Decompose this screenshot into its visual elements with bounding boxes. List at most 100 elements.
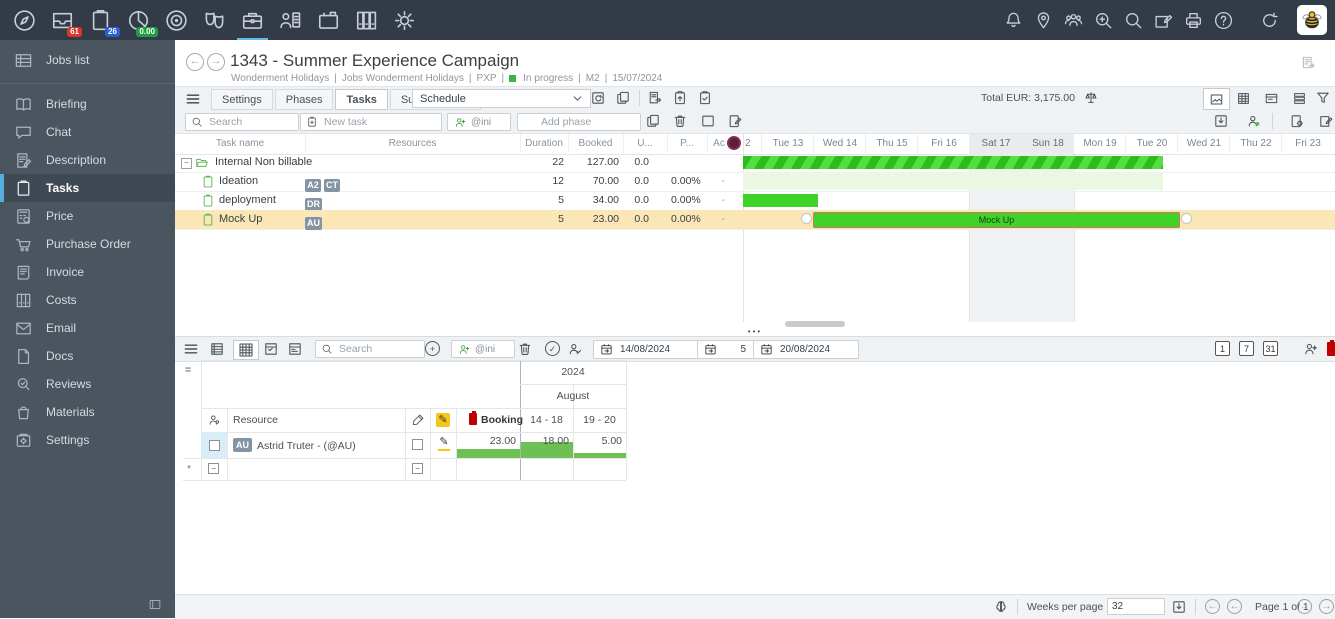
jobs-group[interactable]: Jobs Wonderment Holidays	[342, 73, 464, 84]
scales-icon[interactable]	[1083, 90, 1099, 106]
zoom-in-icon[interactable]	[1093, 10, 1114, 31]
person-plus-icon[interactable]	[1303, 341, 1319, 357]
resource-checkbox[interactable]	[208, 439, 220, 451]
sidebar-item-invoice[interactable]: Invoice	[0, 258, 175, 286]
booking-ini-button[interactable]: @ini	[451, 340, 515, 358]
schedule-dropdown[interactable]: Schedule	[412, 89, 591, 108]
people-icon[interactable]	[1063, 10, 1084, 31]
gantt-bar-phase[interactable]	[743, 156, 1163, 169]
task-row-deployment[interactable]: deployment DR 5 34.00 0.0 0.00% -	[175, 191, 1335, 211]
briefcase-icon[interactable]	[237, 8, 268, 42]
col-u[interactable]: U...	[623, 134, 668, 153]
col-booked[interactable]: Booked	[568, 134, 624, 153]
note-edit-icon[interactable]	[1153, 10, 1174, 31]
add-phase-input[interactable]	[539, 115, 635, 129]
sidebar-item-description[interactable]: Description	[0, 146, 175, 174]
brain-icon[interactable]	[993, 599, 1009, 615]
person-clipboard-icon[interactable]	[278, 8, 303, 33]
menu-icon[interactable]	[183, 341, 199, 357]
view-table-icon[interactable]	[233, 340, 259, 360]
trash-icon[interactable]	[517, 341, 533, 357]
new-task-input[interactable]	[322, 115, 436, 129]
resource-badge[interactable]: AU	[305, 217, 322, 230]
new-row-minus-box[interactable]: −	[412, 463, 423, 474]
masks-icon[interactable]	[202, 8, 227, 33]
resource-column-header[interactable]: Resource	[233, 414, 278, 426]
sidebar-item-email[interactable]: Email	[0, 314, 175, 342]
clipboard-edit-icon[interactable]	[727, 113, 743, 129]
gear-icon[interactable]	[392, 8, 417, 33]
user-avatar[interactable]	[1297, 5, 1327, 35]
row-checkbox[interactable]	[412, 439, 423, 450]
sidebar-item-jobs-list[interactable]: Jobs list	[0, 44, 175, 76]
download-icon[interactable]	[1171, 599, 1187, 615]
bell-icon[interactable]	[1003, 10, 1024, 31]
booking-column-header[interactable]: Booking	[481, 414, 523, 426]
gantt-bar-deployment[interactable]	[743, 194, 818, 207]
sidebar-item-reviews[interactable]: Reviews	[0, 370, 175, 398]
bar-resize-handle-right[interactable]	[1181, 213, 1192, 224]
clipboard-gear-icon[interactable]	[1289, 113, 1305, 129]
help-icon[interactable]	[1213, 10, 1234, 31]
gantt-span-ideation[interactable]	[743, 172, 1163, 190]
empty-box-icon[interactable]	[700, 113, 716, 129]
view-summary-icon[interactable]	[287, 341, 303, 357]
sync-icon[interactable]	[1259, 10, 1280, 31]
add-booking-icon[interactable]: +	[425, 341, 440, 356]
back-button[interactable]: ←	[186, 53, 204, 71]
weeks-per-page-input[interactable]	[1107, 598, 1165, 615]
person-status-icon[interactable]	[1246, 113, 1262, 129]
task-row-phase[interactable]: − Internal Non billable 22 127.00 0.0	[175, 153, 1335, 173]
forward-button[interactable]: →	[207, 53, 225, 71]
end-date-input[interactable]	[778, 343, 852, 356]
view-gantt-button[interactable]	[1203, 88, 1230, 110]
collapse-sidebar-icon[interactable]	[147, 598, 163, 611]
task-search-input[interactable]	[207, 115, 293, 129]
range1-column-header[interactable]: 14 - 18	[520, 414, 573, 426]
last-page-button[interactable]: →	[1319, 599, 1334, 614]
stylus-pen-icon[interactable]	[411, 413, 425, 427]
sidebar-item-materials[interactable]: Materials	[0, 398, 175, 426]
view-planner-icon[interactable]	[263, 341, 279, 357]
search-icon[interactable]	[1123, 10, 1144, 31]
booking-search-input[interactable]	[337, 342, 419, 356]
copy-icon[interactable]	[645, 113, 661, 129]
panel-splitter[interactable]: •••	[175, 328, 1335, 336]
booking-days-field[interactable]	[697, 340, 755, 359]
task-row-ideation[interactable]: Ideation A2 CT 12 70.00 0.0 0.00% -	[175, 172, 1335, 192]
note-pencil-icon[interactable]	[1318, 113, 1334, 129]
archive-icon[interactable]	[354, 8, 379, 33]
assign-ini-button[interactable]: @ini	[447, 113, 511, 131]
days-input[interactable]	[722, 343, 748, 356]
sidebar-item-settings[interactable]: Settings	[0, 426, 175, 454]
week-view-button[interactable]: 7	[1239, 341, 1254, 356]
range2-column-header[interactable]: 19 - 20	[573, 414, 626, 426]
prev-page-button[interactable]: ←	[1227, 599, 1242, 614]
drag-handle-icon[interactable]: =	[185, 364, 191, 376]
confirm-booking-icon[interactable]: ✓	[545, 341, 560, 356]
edit-pencil-icon[interactable]: ✎	[438, 437, 450, 451]
rolodex-icon[interactable]	[316, 8, 341, 33]
view-rows-button[interactable]	[1287, 88, 1312, 108]
person-check-icon[interactable]	[567, 341, 583, 357]
booking-start-date-field[interactable]	[593, 340, 699, 359]
view-grid-button[interactable]	[1231, 88, 1256, 108]
client-name[interactable]: Wonderment Holidays	[231, 73, 329, 84]
tab-phases[interactable]: Phases	[274, 89, 334, 110]
col-duration[interactable]: Duration	[520, 134, 569, 153]
trash-icon[interactable]	[672, 113, 688, 129]
booking-end-date-field[interactable]	[753, 340, 859, 359]
resource-avatar[interactable]	[727, 136, 741, 150]
clipboard-up-icon[interactable]	[672, 90, 688, 106]
printer-icon[interactable]	[1183, 10, 1204, 31]
sidebar-item-costs[interactable]: Costs	[0, 286, 175, 314]
sidebar-item-chat[interactable]: Chat	[0, 118, 175, 146]
task-search-field[interactable]	[185, 113, 299, 131]
booking-search-field[interactable]	[315, 340, 425, 358]
copy-docs-icon[interactable]	[615, 90, 631, 106]
box-sync-icon[interactable]	[590, 90, 606, 106]
view-list-icon[interactable]	[209, 341, 225, 357]
clipboard-icon[interactable]: 26	[88, 8, 120, 37]
next-page-button[interactable]: →	[1297, 599, 1312, 614]
share-doc-icon[interactable]	[1300, 55, 1317, 72]
